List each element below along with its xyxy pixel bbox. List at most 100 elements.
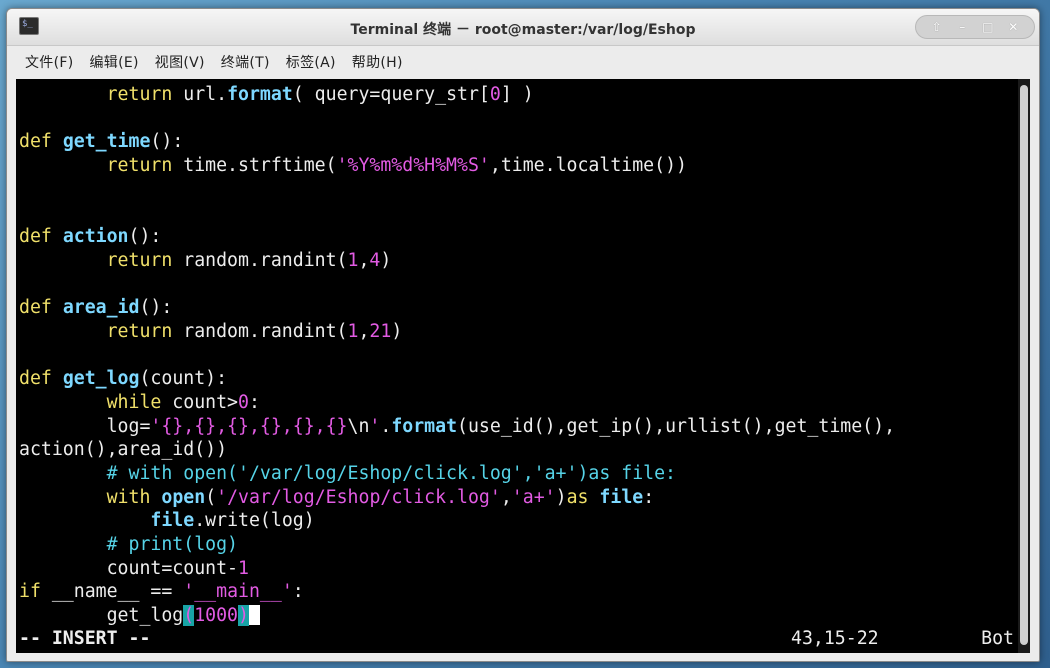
menu-tabs[interactable]: 标签(A) [278, 48, 344, 76]
code-line: return random.randint(1,4) [19, 249, 1014, 273]
code-line: action(),area_id()) [19, 438, 1014, 462]
code-token: : [643, 486, 655, 508]
code-token: return [106, 249, 173, 271]
code-token: .write(log) [194, 510, 315, 532]
code-token: 0 [238, 391, 249, 413]
terminal-area[interactable]: return url.format( query=query_str[0] ) … [16, 79, 1030, 653]
code-token: '/var/log/Eshop/click.log' [216, 486, 501, 508]
code-token: (): [128, 226, 162, 248]
code-token: get_log [62, 368, 140, 390]
minimize-icon[interactable]: – [953, 20, 971, 34]
scrollbar-thumb[interactable] [1020, 85, 1028, 645]
code-token: , [500, 486, 512, 508]
code-token: '%Y%m%d%H%M%S' [336, 155, 490, 177]
code-line: if __name__ == '__main__': [19, 580, 1014, 604]
code-token: (): [150, 131, 184, 153]
close-icon[interactable]: ✕ [1004, 20, 1022, 34]
code-token: action(),area_id()) [19, 439, 228, 461]
maximize-icon[interactable]: □ [979, 20, 997, 34]
code-line: def get_log(count): [19, 367, 1014, 391]
code-token: , [358, 249, 370, 271]
code-token: area_id [62, 297, 140, 319]
menu-edit[interactable]: 编辑(E) [81, 48, 146, 76]
terminal-window: $_ Terminal 终端 － root@master:/var/log/Es… [6, 8, 1040, 662]
code-token: \n [347, 415, 370, 437]
code-line: return time.strftime('%Y%m%d%H%M%S',time… [19, 154, 1014, 178]
code-token: get_time [62, 131, 151, 153]
code-token: def [19, 297, 52, 319]
code-token: time.strftime( [172, 155, 337, 177]
up-arrow-icon[interactable]: ⇧ [928, 20, 946, 34]
title-bar[interactable]: $_ Terminal 终端 － root@master:/var/log/Es… [7, 9, 1039, 46]
text-cursor [248, 605, 260, 626]
code-token: open [161, 486, 206, 508]
code-line: get_log(1000) [19, 604, 1014, 628]
code-token: while [106, 391, 162, 413]
mode-indicator: -- INSERT -- [19, 628, 151, 649]
code-line: with open('/var/log/Eshop/click.log','a+… [19, 486, 1014, 510]
code-line: def action(): [19, 225, 1014, 249]
code-token: . [380, 415, 392, 437]
code-token: return [106, 155, 173, 177]
menu-file[interactable]: 文件(F) [17, 48, 81, 76]
menu-terminal[interactable]: 终端(T) [213, 48, 278, 76]
code-token: (count): [139, 368, 228, 390]
code-token: random.randint( [172, 320, 348, 342]
code-token: def [19, 368, 52, 390]
vim-status-line: -- INSERT -- 43,15-22 Bot [19, 627, 1014, 651]
code-token: '{},{},{},{},{},{} [150, 415, 348, 437]
code-token: 'a+' [511, 486, 556, 508]
code-line: log='{},{},{},{},{},{}\n'.format(use_id(… [19, 415, 1014, 439]
code-token: url. [172, 84, 228, 105]
code-token: action [62, 226, 129, 248]
code-token: return [106, 320, 173, 342]
code-token: random.randint( [172, 249, 348, 271]
scroll-position: Bot [981, 628, 1014, 649]
code-token: ( [205, 486, 217, 508]
code-token: ) [380, 249, 392, 271]
code-token: log= [19, 415, 151, 437]
menu-view[interactable]: 视图(V) [147, 48, 213, 76]
code-token: file [150, 510, 195, 532]
code-token: # with open('/var/log/Eshop/click.log','… [106, 463, 676, 484]
code-token: 1 [347, 249, 359, 271]
code-token: get_log [19, 605, 184, 627]
code-editor[interactable]: return url.format( query=query_str[0] ) … [19, 83, 1014, 628]
cursor-position: 43,15-22 [791, 628, 879, 649]
code-line: def get_time(): [19, 130, 1014, 154]
code-token: format [391, 415, 458, 437]
code-token: __name__ == [40, 581, 184, 603]
code-token: ' [369, 415, 381, 437]
code-line: # print(log) [19, 533, 1014, 557]
window-controls: ⇧ – □ ✕ [915, 15, 1035, 39]
code-token: '__main__' [183, 581, 293, 603]
scrollbar[interactable] [1018, 79, 1030, 653]
code-token: file [599, 486, 644, 508]
menu-help[interactable]: 帮助(H) [344, 48, 411, 76]
menu-bar: 文件(F) 编辑(E) 视图(V) 终端(T) 标签(A) 帮助(H) [7, 46, 1039, 78]
code-line: return random.randint(1,21) [19, 320, 1014, 344]
code-token: # print(log) [106, 534, 239, 556]
code-token: return [106, 84, 173, 105]
code-token: ( [183, 605, 195, 627]
code-token: (use_id(),get_ip(),urllist(),get_time(), [457, 415, 896, 437]
code-line: count=count-1 [19, 557, 1014, 581]
code-line: while count>0: [19, 391, 1014, 415]
